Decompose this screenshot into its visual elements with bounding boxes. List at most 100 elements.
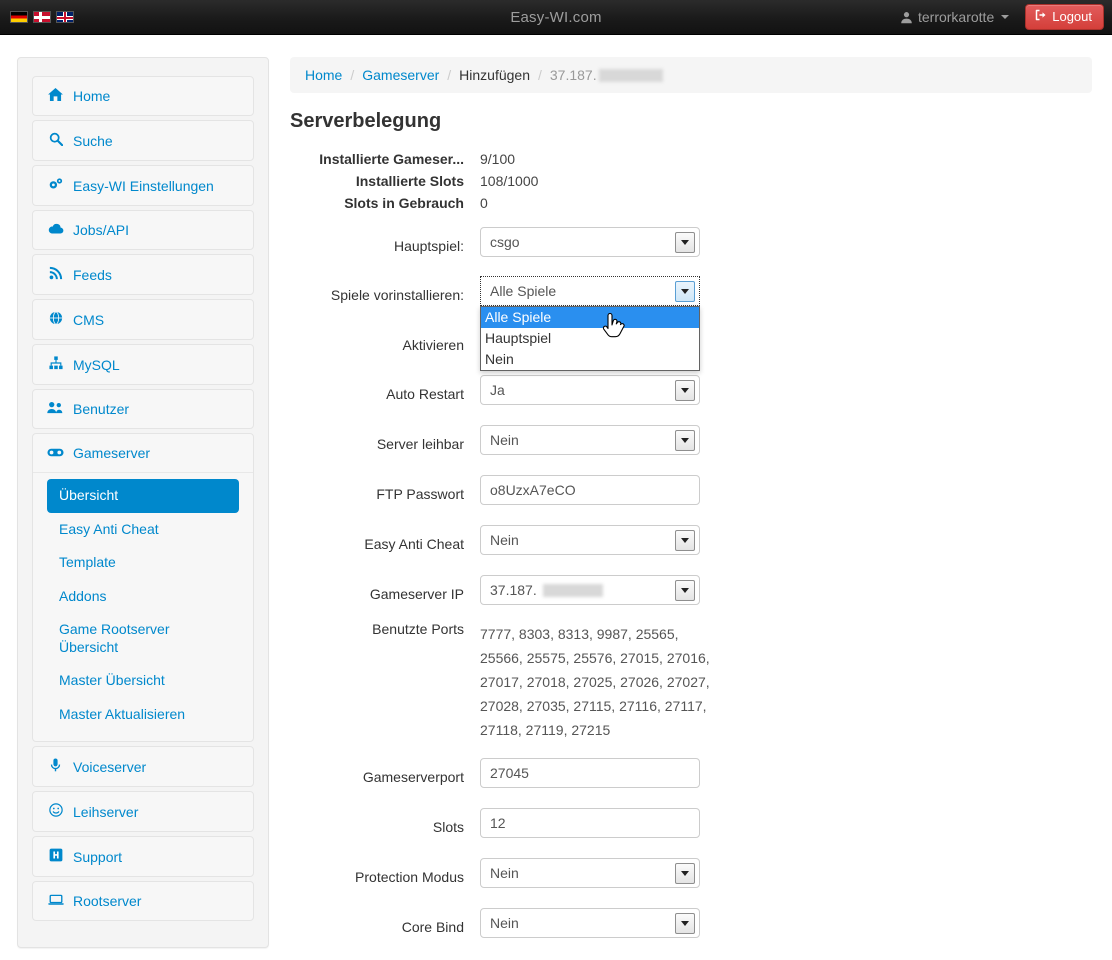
sidebar-item-label: Home [73, 88, 110, 104]
form-row-hauptspiel: Hauptspiel: csgo [290, 227, 1092, 257]
core-bind-select[interactable]: Nein [480, 908, 700, 938]
breadcrumb-separator: / [538, 67, 542, 83]
sidebar-item-label: Feeds [73, 267, 112, 283]
stat-row: Installierte Gameser... 9/100 [290, 151, 1092, 167]
sidebar-item-feeds[interactable]: Feeds [32, 254, 254, 295]
breadcrumb: Home / Gameserver / Hinzufügen / 37.187. [290, 57, 1092, 93]
protection-modus-value: Nein [490, 865, 519, 881]
field-label: Auto Restart [290, 379, 480, 402]
sidebar-item-rootserver[interactable]: Rootserver [32, 881, 254, 921]
field-label: Hauptspiel: [290, 231, 480, 254]
gears-icon [47, 177, 64, 194]
ftp-passwort-input[interactable]: o8UzxA7eCO [480, 475, 700, 505]
form-row-gameserver-ip: Gameserver IP 37.187. [290, 575, 1092, 605]
sidebar-item-label: Easy-WI Einstellungen [73, 178, 214, 194]
sidebar-item-label: Benutzer [73, 401, 129, 417]
sidebar-item-easywi-einstellungen[interactable]: Easy-WI Einstellungen [32, 165, 254, 206]
sidebar-subitem-label: Addons [59, 588, 106, 604]
spiele-vorinstallieren-select[interactable]: Alle Spiele [480, 276, 700, 306]
flag-germany[interactable] [10, 11, 28, 23]
breadcrumb-gameserver[interactable]: Gameserver [362, 67, 439, 83]
sidebar-item-support[interactable]: Support [32, 836, 254, 877]
gameserver-submenu: Übersicht Easy Anti Cheat Template Addon… [33, 472, 253, 741]
breadcrumb-home[interactable]: Home [305, 67, 342, 83]
benutzte-ports-value: 7777, 8303, 8313, 9987, 25565, 25566, 25… [480, 619, 710, 742]
chevron-down-icon [675, 863, 695, 884]
form-row-core-bind: Core Bind Nein [290, 908, 1092, 938]
logout-label: Logout [1052, 9, 1092, 24]
sidebar-subitem-master-uebersicht[interactable]: Master Übersicht [47, 664, 239, 698]
dropdown-option-nein[interactable]: Nein [481, 349, 699, 370]
dropdown-option-alle-spiele[interactable]: Alle Spiele [481, 307, 699, 328]
username-label: terrorkarotte [918, 9, 994, 25]
users-icon [47, 401, 64, 417]
stat-label: Installierte Gameser... [290, 151, 480, 167]
sidebar-item-home[interactable]: Home [32, 76, 254, 116]
sidebar-item-voiceserver[interactable]: Voiceserver [32, 746, 254, 787]
sidebar-item-jobs-api[interactable]: Jobs/API [32, 210, 254, 250]
flag-uk[interactable] [56, 11, 74, 23]
sidebar-item-gameserver[interactable]: Gameserver [33, 434, 253, 472]
gameserver-ip-value: 37.187. [490, 582, 537, 598]
chevron-down-icon [675, 530, 695, 551]
field-label: Server leihbar [290, 429, 480, 452]
sidebar-item-label: Rootserver [73, 893, 141, 909]
sidebar-item-label: Voiceserver [73, 759, 146, 775]
sidebar-item-label: Support [73, 849, 122, 865]
sidebar-subitem-addons[interactable]: Addons [47, 580, 239, 614]
logout-button[interactable]: Logout [1025, 4, 1104, 30]
stat-row: Slots in Gebrauch 0 [290, 195, 1092, 211]
cloud-icon [47, 223, 64, 238]
server-leihbar-select[interactable]: Nein [480, 425, 700, 455]
form-row-ftp-passwort: FTP Passwort o8UzxA7eCO [290, 475, 1092, 505]
easy-anti-cheat-select[interactable]: Nein [480, 525, 700, 555]
sidebar-item-suche[interactable]: Suche [32, 120, 254, 161]
sidebar-item-mysql[interactable]: MySQL [32, 344, 254, 385]
gameserverport-input[interactable]: 27045 [480, 758, 700, 788]
chevron-down-icon [1001, 15, 1009, 19]
breadcrumb-separator: / [447, 67, 451, 83]
sidebar-item-cms[interactable]: CMS [32, 299, 254, 340]
rss-icon [47, 266, 64, 283]
field-label: Aktivieren [290, 330, 480, 353]
field-label: Protection Modus [290, 862, 480, 885]
main-content: Serverbelegung Installierte Gameser... 9… [290, 110, 1092, 948]
gameserver-ip-select[interactable]: 37.187. [480, 575, 700, 605]
sidebar-item-leihserver[interactable]: Leihserver [32, 791, 254, 832]
hauptspiel-select[interactable]: csgo [480, 227, 700, 257]
field-label: Slots [290, 812, 480, 835]
protection-modus-select[interactable]: Nein [480, 858, 700, 888]
sidebar-subitem-label: Template [59, 554, 116, 570]
field-label: Easy Anti Cheat [290, 529, 480, 552]
flag-denmark[interactable] [33, 11, 51, 23]
form-row-auto-restart: Auto Restart Ja [290, 375, 1092, 405]
sidebar-subitem-easy-anti-cheat[interactable]: Easy Anti Cheat [47, 513, 239, 547]
sitemap-icon [47, 356, 64, 373]
chevron-down-icon [675, 430, 695, 451]
gamepad-icon [47, 446, 64, 461]
dropdown-option-hauptspiel[interactable]: Hauptspiel [481, 328, 699, 349]
chevron-down-icon [675, 580, 695, 601]
sidebar-item-benutzer[interactable]: Benutzer [32, 389, 254, 429]
spiele-vorinstallieren-dropdown[interactable]: Alle Spiele Hauptspiel Nein [480, 306, 700, 371]
user-menu[interactable]: terrorkarotte [894, 5, 1015, 29]
laptop-icon [47, 894, 64, 909]
sidebar-subitem-uebersicht[interactable]: Übersicht [47, 479, 239, 513]
breadcrumb-separator: / [350, 67, 354, 83]
sidebar-subitem-label: Master Aktualisieren [59, 706, 185, 722]
slots-input[interactable]: 12 [480, 808, 700, 838]
sidebar-subitem-label: Easy Anti Cheat [59, 521, 159, 537]
server-usage-stats: Installierte Gameser... 9/100 Installier… [290, 151, 1092, 211]
sidebar-subitem-master-aktualisieren[interactable]: Master Aktualisieren [47, 698, 239, 732]
sidebar-item-label: Leihserver [73, 804, 138, 820]
user-icon [900, 11, 913, 24]
sidebar-subitem-template[interactable]: Template [47, 546, 239, 580]
breadcrumb-ip: 37.187. [550, 67, 597, 83]
form-row-easy-anti-cheat: Easy Anti Cheat Nein [290, 525, 1092, 555]
auto-restart-select[interactable]: Ja [480, 375, 700, 405]
sidebar-subitem-game-rootserver-uebersicht[interactable]: Game Rootserver Übersicht [47, 613, 217, 664]
smile-icon [47, 803, 64, 820]
core-bind-value: Nein [490, 915, 519, 931]
stat-value: 108/1000 [480, 173, 538, 189]
gameserver-ip-redaction [543, 584, 603, 597]
